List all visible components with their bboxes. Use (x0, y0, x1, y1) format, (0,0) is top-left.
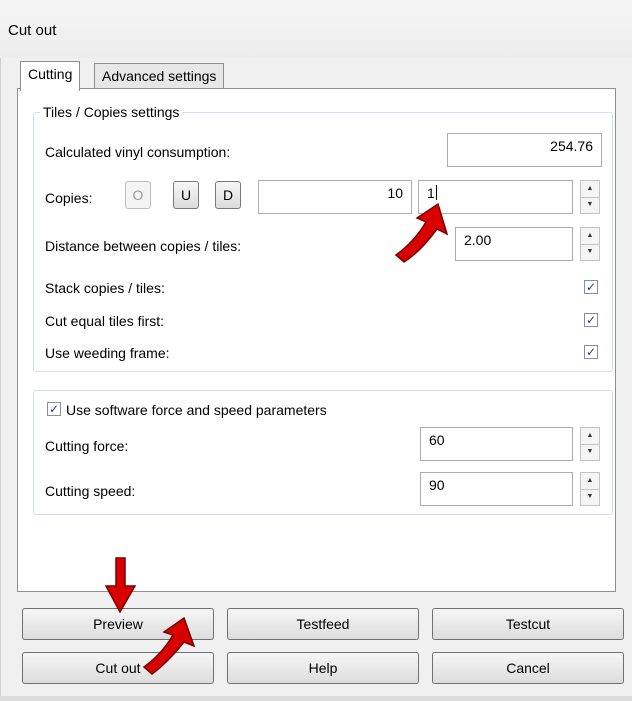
copies-u-button[interactable]: U (173, 181, 199, 209)
copies-o-button-label: O (132, 187, 144, 203)
copies-u-button-label: U (180, 187, 192, 203)
spin-up-icon[interactable]: ▲ (581, 473, 599, 490)
copies-label: Copies: (45, 190, 93, 206)
vinyl-consumption-label: Calculated vinyl consumption: (45, 144, 231, 160)
testfeed-button-label: Testfeed (296, 616, 350, 632)
window-title: Cut out (8, 22, 57, 39)
cut-out-button-label: Cut out (95, 660, 141, 676)
copies-count-field: 10 (258, 180, 412, 214)
copies-d-button-label: D (222, 187, 234, 203)
checkmark-icon: ✓ (585, 313, 597, 327)
cancel-button[interactable]: Cancel (432, 652, 624, 684)
cutting-force-spinner[interactable]: ▲ ▼ (580, 427, 600, 461)
help-button[interactable]: Help (227, 652, 419, 684)
spin-down-icon[interactable]: ▼ (581, 244, 599, 260)
vinyl-consumption-field: 254.76 (447, 133, 602, 167)
weeding-frame-label: Use weeding frame: (45, 345, 170, 361)
checkmark-icon: ✓ (585, 345, 597, 359)
spin-down-icon[interactable]: ▼ (581, 444, 599, 460)
cut-equal-tiles-checkbox[interactable]: ✓ (584, 313, 598, 327)
stack-copies-label: Stack copies / tiles: (45, 280, 165, 296)
cancel-button-label: Cancel (506, 660, 550, 676)
distance-spinner[interactable]: ▲ ▼ (580, 227, 600, 261)
title-bar: Cut out (0, 0, 632, 58)
weeding-frame-checkbox[interactable]: ✓ (584, 345, 598, 359)
tab-cutting-label: Cutting (28, 66, 73, 82)
vinyl-consumption-value: 254.76 (550, 138, 593, 154)
copies-d-button[interactable]: D (215, 181, 241, 209)
preview-button-label: Preview (93, 616, 143, 632)
annotation-arrow-cut-out-icon (142, 616, 196, 675)
tab-cutting[interactable]: Cutting (20, 61, 81, 91)
cutting-speed-input[interactable]: 90 (420, 472, 573, 506)
spin-down-icon[interactable]: ▼ (581, 197, 599, 213)
cutting-speed-spinner[interactable]: ▲ ▼ (580, 472, 600, 506)
spin-up-icon[interactable]: ▲ (581, 228, 599, 245)
copies-input-value: 1 (427, 185, 435, 201)
window-left-edge (0, 58, 8, 701)
distance-input[interactable]: 2.00 (455, 227, 573, 261)
spin-down-icon[interactable]: ▼ (581, 489, 599, 505)
cutting-force-value: 60 (429, 432, 445, 448)
annotation-arrow-path (394, 202, 449, 263)
annotation-arrow-path (104, 557, 137, 614)
annotation-arrow-copies-icon (394, 202, 449, 263)
copies-o-button[interactable]: O (125, 181, 151, 209)
use-software-label: Use software force and speed parameters (66, 402, 327, 418)
tiles-copies-group-caption: Tiles / Copies settings (40, 104, 183, 120)
window-bottom-edge (0, 696, 632, 701)
use-software-checkbox[interactable]: ✓ (47, 402, 61, 416)
distance-label: Distance between copies / tiles: (45, 238, 242, 254)
annotation-arrow-preview-icon (104, 557, 137, 614)
tab-advanced-settings[interactable]: Advanced settings (94, 63, 225, 89)
cutting-speed-value: 90 (429, 477, 445, 493)
distance-input-value: 2.00 (464, 232, 492, 248)
checkmark-icon: ✓ (585, 280, 597, 294)
testfeed-button[interactable]: Testfeed (227, 608, 419, 640)
cutting-speed-label: Cutting speed: (45, 483, 136, 499)
help-button-label: Help (308, 660, 338, 676)
cutting-force-input[interactable]: 60 (420, 427, 573, 461)
copies-spinner[interactable]: ▲ ▼ (580, 180, 600, 214)
text-caret (435, 185, 437, 200)
testcut-button-label: Testcut (505, 616, 551, 632)
annotation-arrow-path (142, 616, 196, 675)
copies-count-value: 10 (387, 185, 403, 201)
spin-up-icon[interactable]: ▲ (581, 181, 599, 198)
tab-advanced-settings-label: Advanced settings (102, 68, 217, 84)
checkmark-icon: ✓ (48, 402, 60, 416)
cut-equal-tiles-label: Cut equal tiles first: (45, 313, 165, 329)
testcut-button[interactable]: Testcut (432, 608, 624, 640)
cutting-force-label: Cutting force: (45, 438, 129, 454)
stack-copies-checkbox[interactable]: ✓ (584, 280, 598, 294)
spin-up-icon[interactable]: ▲ (581, 428, 599, 445)
